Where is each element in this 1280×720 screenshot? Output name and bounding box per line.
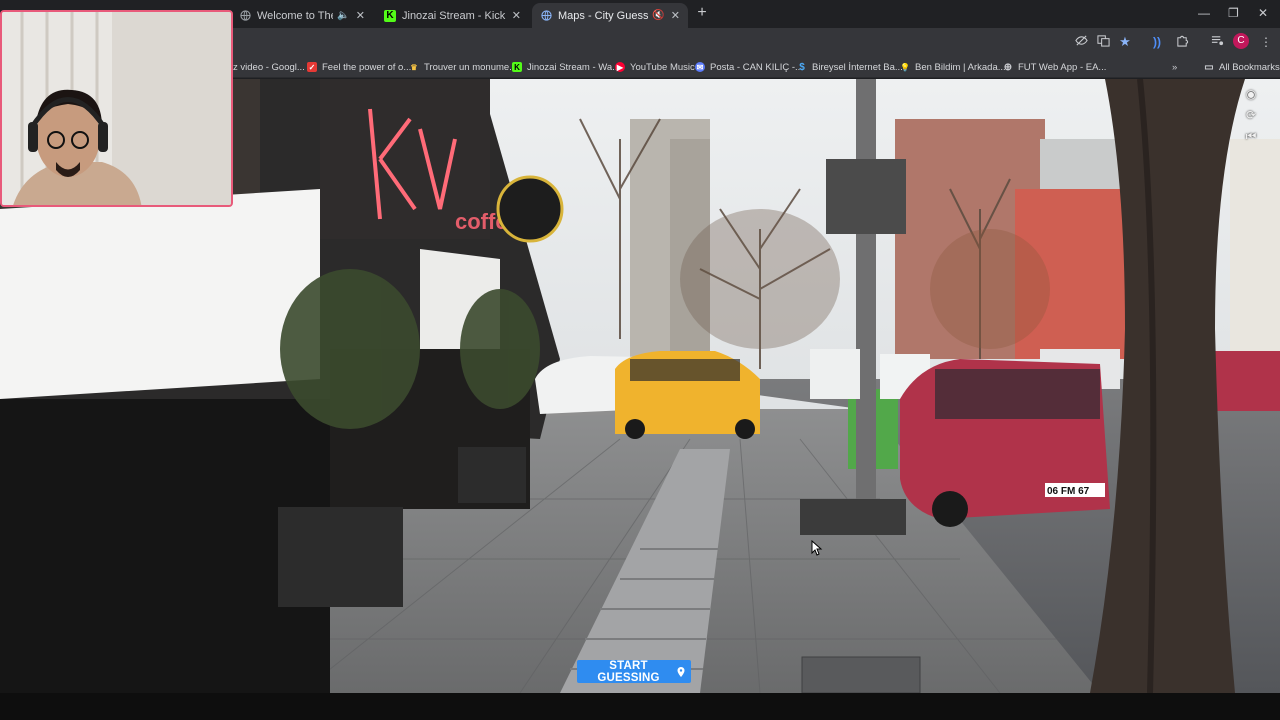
bookmark-star-icon[interactable]: ★ — [1117, 34, 1133, 50]
close-tab-icon[interactable]: ✕ — [512, 9, 521, 22]
minimize-icon[interactable]: — — [1198, 6, 1210, 20]
tab-title: Jinozai Stream - Kick Dashboard — [402, 9, 506, 22]
bookmark-label: Jinozai Stream - Wa... — [527, 61, 621, 73]
check-icon: ✓ — [307, 62, 317, 72]
bookmark-item[interactable]: ✓ Feel the power of o... — [307, 59, 411, 75]
close-window-icon[interactable]: ✕ — [1258, 6, 1268, 20]
lamp-icon: 💡 — [900, 62, 910, 72]
eye-off-icon[interactable] — [1073, 34, 1089, 50]
refresh-icon[interactable]: ⟳ — [1243, 108, 1259, 122]
map-pin-icon — [677, 666, 685, 677]
kick-icon: K — [384, 9, 396, 22]
crown-icon: ♛ — [410, 62, 418, 72]
bookmark-label: z video - Googl... — [233, 61, 305, 73]
compass-icon[interactable]: ◉ — [1243, 87, 1259, 101]
kick-icon: K — [512, 62, 522, 72]
tab-title: Welcome to The Internet | V — [257, 9, 333, 22]
bookmark-label: Ben Bildim | Arkada... — [915, 61, 1006, 73]
close-tab-icon[interactable]: ✕ — [356, 9, 365, 22]
more-menu-icon[interactable]: ⋮ — [1258, 34, 1274, 50]
tab-title: Maps - City Guesser — [558, 9, 649, 22]
bookmark-label: Trouver un monume... — [424, 61, 518, 73]
mail-icon: ✉ — [695, 62, 705, 72]
start-guessing-label: START GUESSING — [597, 659, 660, 684]
tab-welcome[interactable]: Welcome to The Internet | V 🔈 ✕ — [231, 3, 373, 28]
bookmark-label: Posta - CAN KILIÇ -... — [710, 61, 803, 73]
bookmark-label: YouTube Music — [630, 61, 695, 73]
page-bottom-strip — [0, 693, 1280, 720]
start-guessing-button[interactable]: START GUESSING — [577, 659, 691, 684]
bookmark-item[interactable]: ♛ Trouver un monume... — [409, 59, 517, 75]
webcam-overlay — [0, 10, 233, 207]
dollar-icon: $ — [799, 61, 805, 73]
bookmark-item[interactable]: K Jinozai Stream - Wa... — [512, 59, 620, 75]
media-queue-icon[interactable] — [1209, 34, 1225, 50]
all-bookmarks-folder[interactable]: ▭ All Bookmarks — [1204, 59, 1280, 75]
bookmark-label: Bireysel İnternet Ba... — [812, 61, 903, 73]
extensions-puzzle-icon[interactable] — [1174, 34, 1190, 50]
bookmark-item[interactable]: ✉ Posta - CAN KILIÇ -... — [695, 59, 803, 75]
tab-city-guesser[interactable]: Maps - City Guesser 🔇 ✕ — [532, 3, 688, 28]
extension-wave-icon[interactable]: )) — [1149, 34, 1165, 50]
globe-icon — [540, 10, 552, 22]
bookmark-item[interactable]: ⊕ FUT Web App - EA... — [1003, 59, 1107, 75]
profile-avatar[interactable]: C — [1233, 33, 1249, 49]
mouse-cursor-icon — [811, 540, 823, 556]
bookmark-label: Feel the power of o... — [322, 61, 412, 73]
folder-icon: ▭ — [1204, 61, 1214, 73]
bookmark-item[interactable]: ▶ YouTube Music — [615, 59, 695, 75]
new-tab-button[interactable]: + — [694, 5, 710, 21]
more-bookmarks-icon[interactable]: » — [1172, 59, 1177, 75]
globe-icon: ⊕ — [1003, 61, 1013, 73]
return-to-start-icon[interactable]: ⏮ — [1243, 129, 1259, 143]
bookmark-label: All Bookmarks — [1219, 61, 1280, 73]
globe-icon — [239, 10, 251, 22]
bookmark-item[interactable]: 💡 Ben Bildim | Arkada... — [900, 59, 1006, 75]
speaker-icon[interactable]: 🔈 — [337, 10, 349, 21]
bookmark-item[interactable]: z video - Googl... — [233, 59, 305, 75]
tab-kick-dashboard[interactable]: K Jinozai Stream - Kick Dashboard ✕ — [376, 3, 529, 28]
restore-icon[interactable]: ❐ — [1228, 6, 1239, 20]
close-tab-icon[interactable]: ✕ — [671, 9, 680, 22]
translate-icon[interactable] — [1095, 34, 1111, 50]
bookmark-item[interactable]: $ Bireysel İnternet Ba... — [797, 59, 903, 75]
youtube-music-icon: ▶ — [615, 62, 625, 72]
bookmark-label: FUT Web App - EA... — [1018, 61, 1107, 73]
svg-text:06 FM 67: 06 FM 67 — [1047, 486, 1090, 497]
muted-speaker-icon[interactable]: 🔇 — [652, 10, 664, 21]
